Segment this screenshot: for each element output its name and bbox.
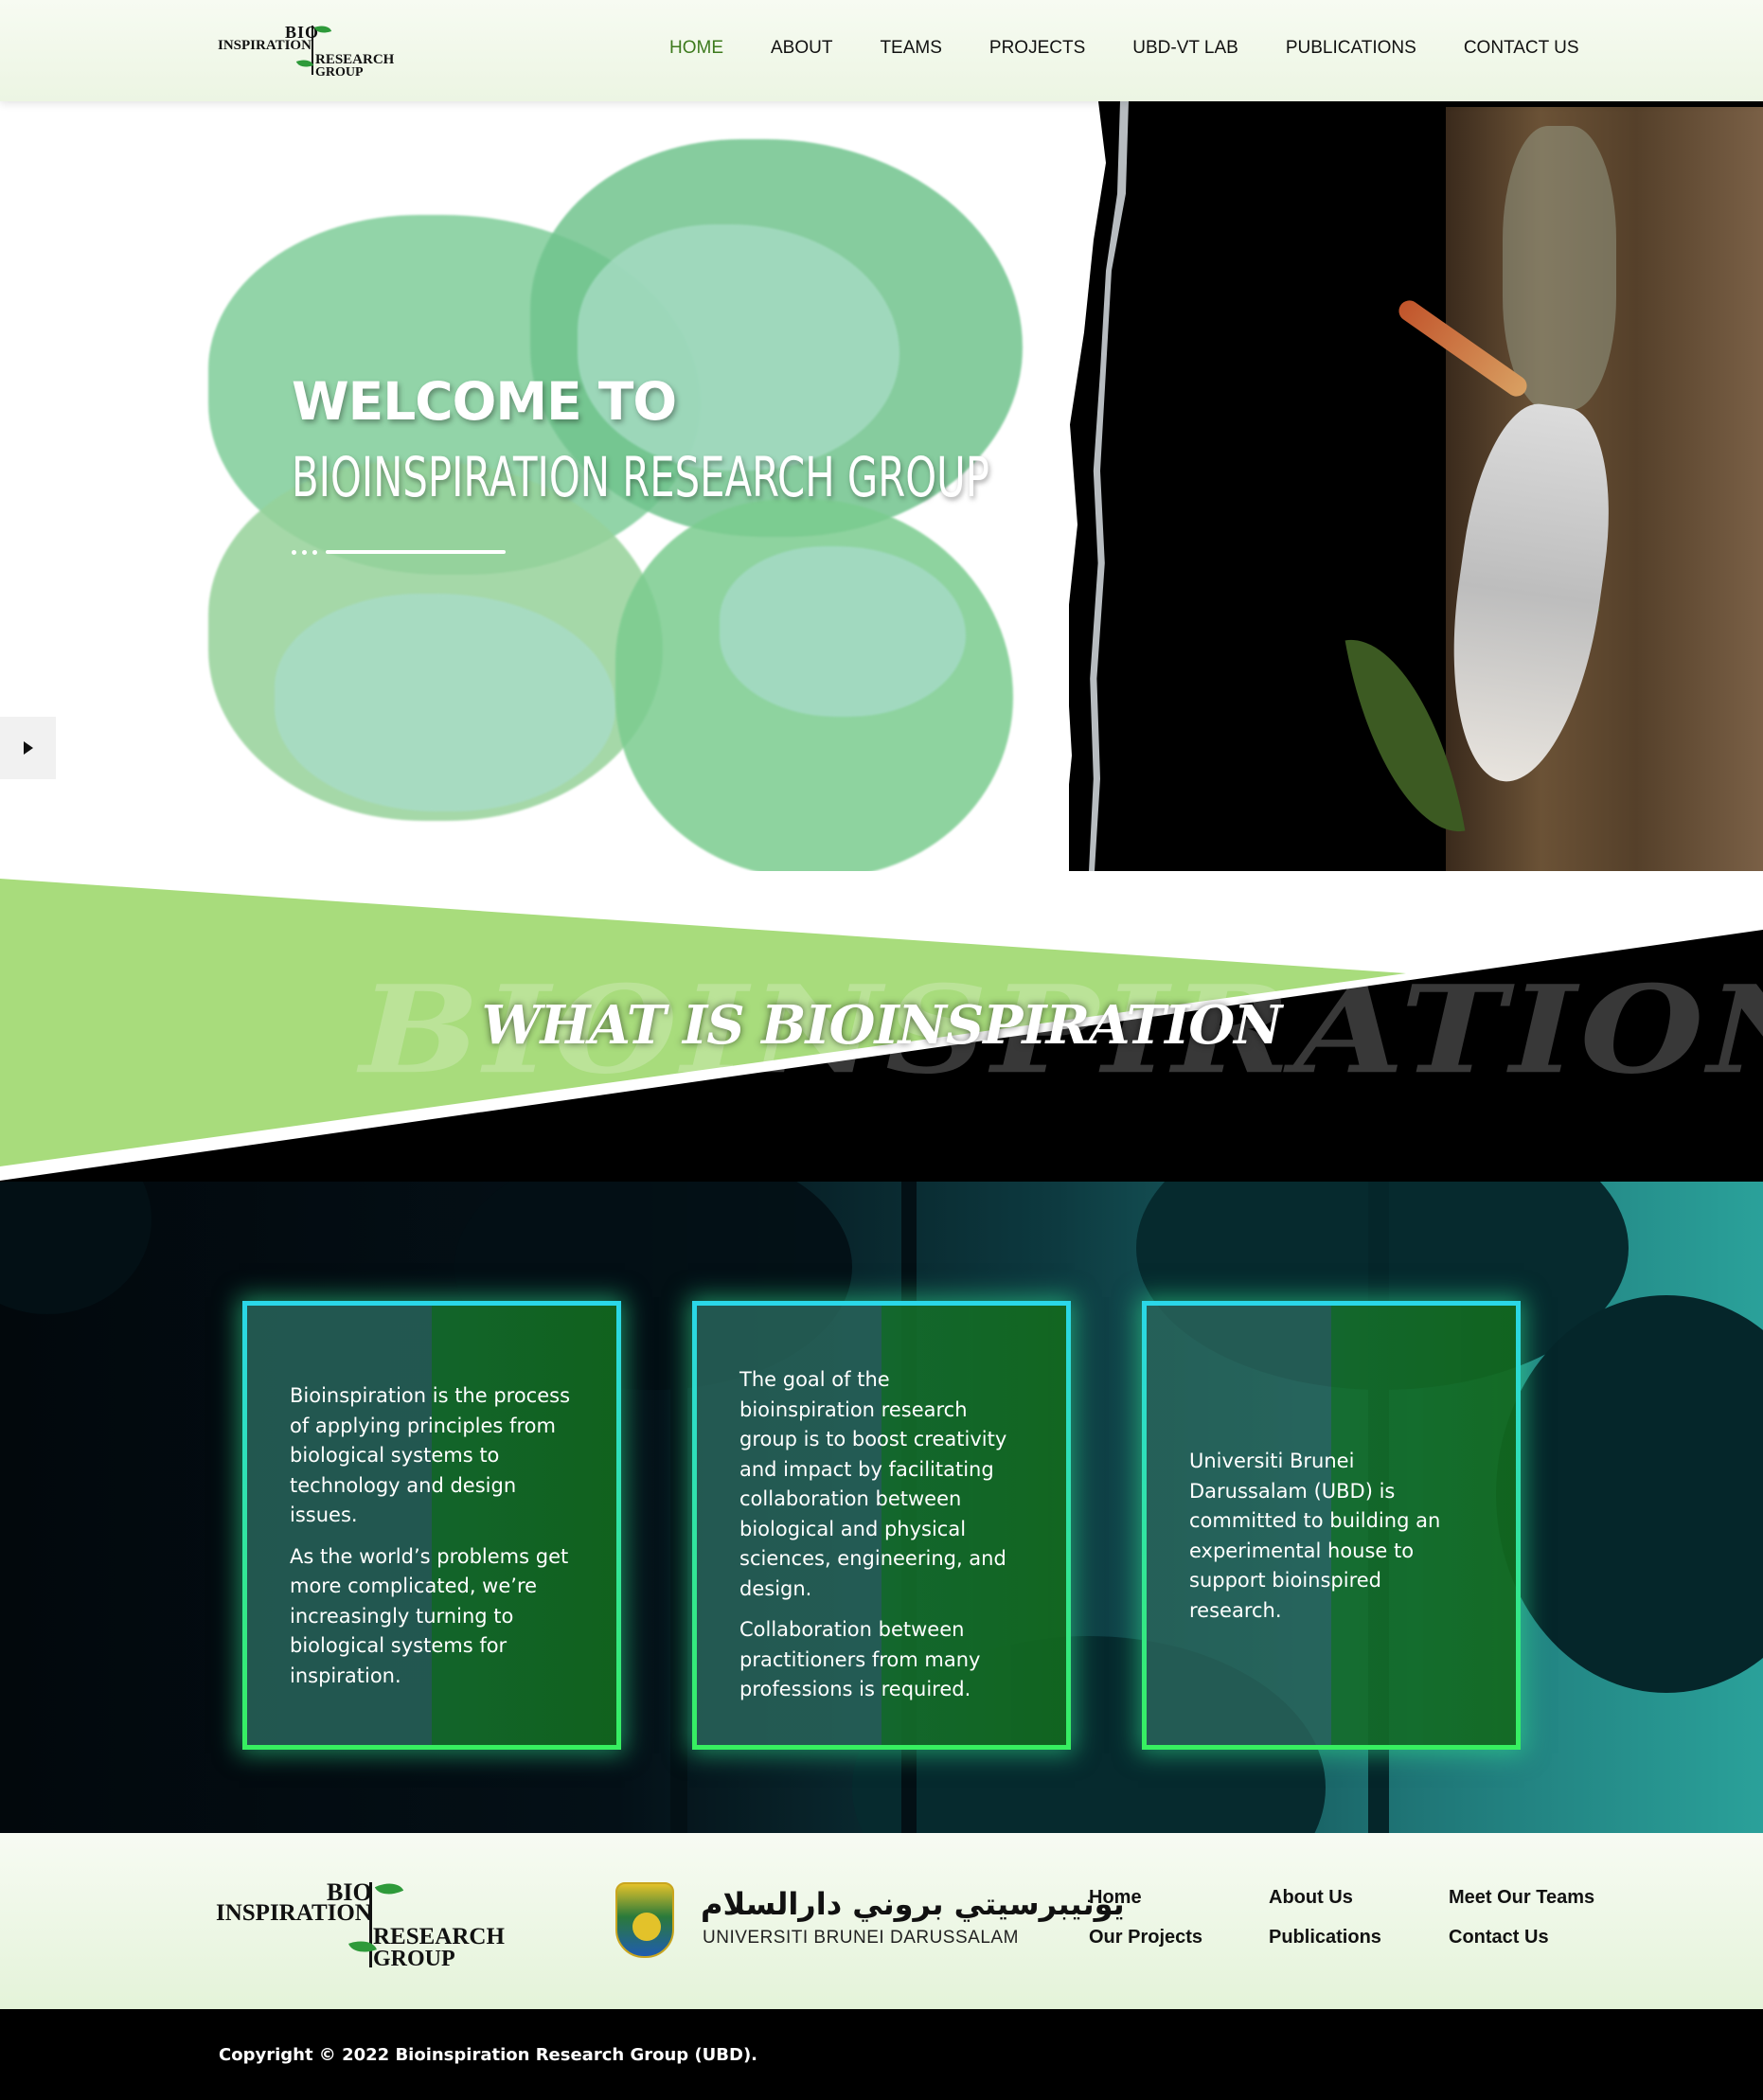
info-card: Bioinspiration is the process of applyin… [242,1301,621,1750]
nav-contact-us[interactable]: CONTACT US [1464,38,1579,59]
footer-link-home[interactable]: Home [1089,1886,1269,1909]
hero-divider [292,549,508,555]
footer-link-meet-our-teams[interactable]: Meet Our Teams [1449,1886,1619,1909]
card-paragraph: Bioinspiration is the process of applyin… [290,1384,571,1526]
logo-group: GROUP [373,1947,455,1971]
foliage-shape [0,1182,151,1314]
footer-logo[interactable]: BIO INSPIRATION RESEARCH GROUP [216,1877,509,1971]
footer-link-our-projects[interactable]: Our Projects [1089,1926,1269,1949]
card-text: Bioinspiration is the process of applyin… [290,1381,579,1691]
divider-line [326,550,506,554]
card-text: Universiti Brunei Darussalam (UBD) is co… [1189,1447,1478,1626]
card-text: The goal of the bioinspiration research … [739,1365,1028,1705]
card-paragraph: As the world’s problems get more complic… [290,1544,569,1687]
nav-home[interactable]: HOME [669,38,723,59]
hero-section: WELCOME TO BIOINSPIRATION RESEARCH GROUP [0,101,1763,871]
card-paragraph: Universiti Brunei Darussalam (UBD) is co… [1189,1450,1441,1622]
footer-link-about-us[interactable]: About Us [1269,1886,1449,1909]
logo-inspiration: INSPIRATION [218,38,312,53]
main-menu: HOME ABOUT TEAMS PROJECTS UBD-VT LAB PUB… [669,38,1627,59]
info-card: Universiti Brunei Darussalam (UBD) is co… [1142,1301,1521,1750]
ubd-crest-icon [615,1882,674,1958]
copyright-bar: Copyright © 2022 Bioinspiration Research… [0,2009,1763,2100]
divider-dot [292,550,296,555]
nav-teams[interactable]: TEAMS [880,38,941,59]
footer-link-contact-us[interactable]: Contact Us [1449,1926,1619,1949]
hero-title: BIOINSPIRATION RESEARCH GROUP [292,445,989,509]
copyright-text: Copyright © 2022 Bioinspiration Research… [219,2045,758,2065]
divider-dot [302,550,307,555]
nav-ubd-vt-lab[interactable]: UBD-VT LAB [1132,38,1238,59]
crest-emblem [632,1913,661,1941]
logo-inspiration: INSPIRATION [216,1900,372,1926]
logo-group: GROUP [315,65,364,80]
play-icon [23,741,33,755]
ubd-logo[interactable]: يونيبرسيتي بروني دارالسلام UNIVERSITI BR… [615,1882,1125,1958]
card-paragraph: The goal of the bioinspiration research … [739,1368,1007,1600]
info-card: The goal of the bioinspiration research … [692,1301,1071,1750]
top-navbar: BIO INSPIRATION RESEARCH GROUP HOME ABOU… [0,0,1763,101]
logo-bar [312,26,313,75]
logo-bar [369,1882,372,1967]
nav-about[interactable]: ABOUT [771,38,832,59]
leaf-icon [374,1877,404,1901]
nav-publications[interactable]: PUBLICATIONS [1286,38,1416,59]
ubd-arabic-name: يونيبرسيتي بروني دارالسلام [701,1886,1125,1922]
site-logo[interactable]: BIO INSPIRATION RESEARCH GROUP [218,22,394,80]
tree-trunk [670,1182,687,1833]
hero-welcome: WELCOME TO [292,371,677,432]
section-title: WHAT IS BIOINSPIRATION [481,994,1283,1057]
ubd-english-name: UNIVERSITI BRUNEI DARUSSALAM [703,1928,1019,1948]
divider-dot [312,550,317,555]
nav-projects[interactable]: PROJECTS [989,38,1085,59]
card-paragraph: Collaboration between practitioners from… [739,1618,981,1700]
slider-play-button[interactable] [0,717,56,779]
insect-photo [1069,101,1763,871]
footer-links: Home About Us Meet Our Teams Our Project… [1089,1886,1619,1949]
footer-link-publications[interactable]: Publications [1269,1926,1449,1949]
